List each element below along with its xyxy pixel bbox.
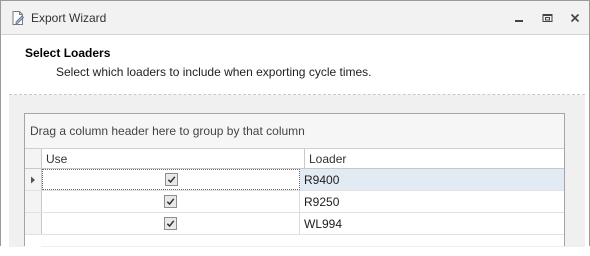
minimize-icon	[515, 19, 523, 22]
column-header-label: Loader	[309, 151, 347, 166]
grid-header: Use Loader	[25, 149, 564, 169]
row-indicator	[25, 191, 42, 212]
group-by-hint: Drag a column header here to group by th…	[30, 124, 305, 138]
close-button[interactable]	[561, 8, 589, 28]
table-row[interactable]: WL994	[25, 213, 564, 235]
use-checkbox[interactable]	[164, 173, 178, 186]
checkmark-icon	[167, 176, 175, 184]
window-title: Export Wizard	[31, 10, 107, 25]
row-indicator	[25, 213, 42, 234]
table-row[interactable]: R9400	[25, 169, 564, 191]
page-subtitle: Select which loaders to include when exp…	[56, 65, 372, 79]
column-header-use[interactable]: Use	[42, 149, 305, 168]
loader-cell[interactable]: R9250	[300, 191, 564, 212]
column-header-loader[interactable]: Loader	[305, 149, 564, 168]
row-indicator	[25, 169, 42, 190]
checkmark-icon	[166, 198, 175, 206]
current-row-arrow-icon	[31, 176, 35, 183]
restore-icon	[542, 13, 552, 22]
group-by-panel[interactable]: Drag a column header here to group by th…	[25, 114, 564, 149]
use-checkbox[interactable]	[164, 217, 177, 230]
page-title: Select Loaders	[25, 46, 111, 60]
row-indicator-header	[25, 149, 42, 168]
use-checkbox[interactable]	[164, 195, 177, 208]
column-header-label: Use	[46, 151, 68, 166]
use-cell[interactable]	[42, 213, 300, 234]
close-icon	[570, 13, 580, 22]
loader-cell[interactable]: WL994	[300, 213, 564, 234]
wizard-header: Select Loaders Select which loaders to i…	[9, 36, 585, 94]
use-cell[interactable]	[42, 191, 300, 212]
loader-cell[interactable]: R9400	[300, 169, 564, 190]
restore-button[interactable]	[533, 8, 561, 28]
table-row[interactable]: R9250	[25, 191, 564, 213]
loaders-grid[interactable]: Drag a column header here to group by th…	[24, 113, 565, 256]
use-cell[interactable]	[42, 169, 300, 190]
checkmark-icon	[166, 220, 175, 228]
document-pencil-icon	[10, 10, 26, 26]
minimize-button[interactable]	[505, 8, 533, 28]
title-bar[interactable]: Export Wizard	[1, 1, 589, 35]
